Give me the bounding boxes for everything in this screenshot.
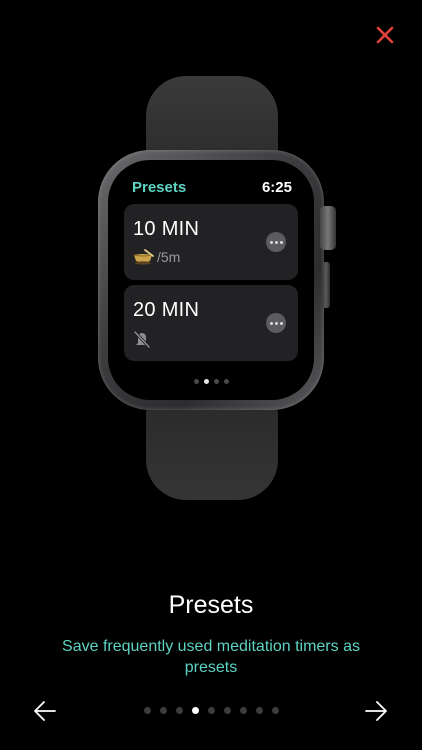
watch-page-indicator (108, 379, 314, 384)
page-dot[interactable] (159, 707, 167, 714)
preset-card: 20 MIN (124, 285, 298, 361)
page-dot[interactable] (143, 707, 151, 714)
page-dot (223, 379, 229, 384)
page-title: Presets (168, 591, 254, 619)
arrow-right-icon (365, 701, 387, 721)
preset-details: /5m (132, 249, 180, 265)
watch-screen: Presets 6:25 10 MIN /5m 20 MIN (108, 160, 314, 400)
preset-card: 10 MIN /5m (124, 204, 298, 280)
more-icon (266, 232, 286, 252)
page-dot (213, 379, 219, 384)
page-subtitle: Save frequently used meditation timers a… (62, 638, 360, 676)
page-dot[interactable] (223, 707, 231, 714)
page-dot-active (203, 379, 209, 384)
preset-interval: /5m (157, 249, 181, 265)
onboarding-page-indicator (0, 707, 422, 714)
more-icon (266, 313, 286, 333)
preset-details (132, 330, 155, 348)
watch-crown (320, 206, 336, 250)
next-button[interactable] (362, 697, 390, 725)
watch-side-button (322, 262, 330, 308)
page-dot[interactable] (175, 707, 183, 714)
watch-screen-header: Presets 6:25 (132, 179, 292, 196)
watch-illustration: Presets 6:25 10 MIN /5m 20 MIN (0, 0, 422, 560)
page-dot[interactable] (239, 707, 247, 714)
preset-name: 10 MIN (133, 218, 200, 240)
page-dot-active[interactable] (191, 707, 199, 714)
singing-bowl-icon (133, 249, 154, 265)
watch-screen-title: Presets (132, 179, 187, 196)
watch-screen-time: 6:25 (261, 179, 292, 196)
page-dot[interactable] (255, 707, 263, 714)
page-dot[interactable] (207, 707, 215, 714)
page-dot (193, 379, 199, 384)
preset-name: 20 MIN (133, 299, 200, 321)
page-dot[interactable] (271, 707, 279, 714)
watch-strap-bottom (146, 400, 278, 500)
bell-muted-icon (133, 330, 151, 348)
